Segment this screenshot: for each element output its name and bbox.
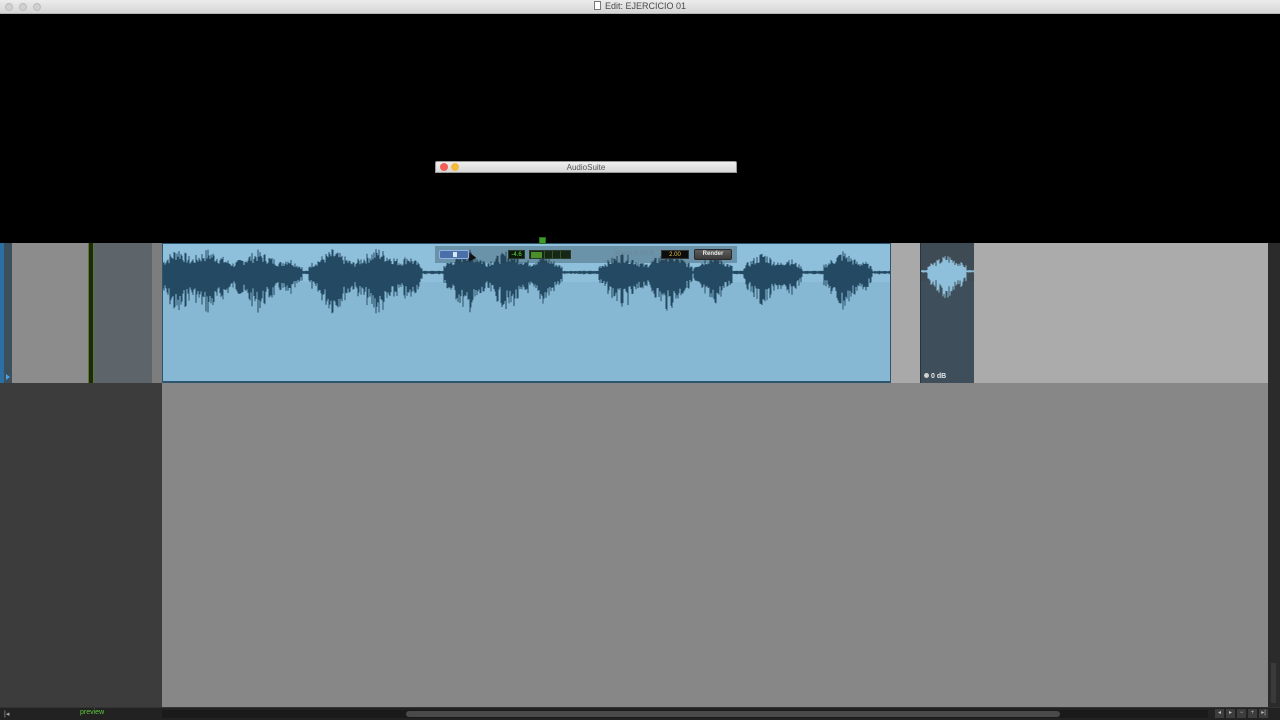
selection-arrow-icon [6,374,10,380]
waveform [163,249,890,381]
zoom-in-icon[interactable]: + [1248,709,1257,718]
waveform-hatch [921,281,974,383]
track-color-strip [0,243,12,383]
vertical-scrollbar[interactable] [1268,243,1280,707]
scroll-right-icon[interactable]: ▸ [1226,709,1235,718]
document-icon [593,1,601,10]
clip-gain-label[interactable]: 0 dB [924,373,946,380]
render-button[interactable]: Render [694,249,732,260]
input-gain-field[interactable]: -4.6 [508,250,525,259]
track-edge-panel [152,243,162,383]
track-header[interactable] [0,243,162,383]
track-list-empty [0,383,162,707]
horizontal-scroll-thumb[interactable] [406,711,1060,717]
audio-clip-main[interactable] [162,243,891,383]
audiosuite-window-titlebar[interactable]: AudioSuite [435,161,737,173]
preview-label[interactable]: preview [80,709,104,716]
audiosuite-meter [529,250,571,259]
track-io-panel[interactable] [94,243,152,383]
clip-gain-icon [924,373,929,378]
timeline-empty[interactable] [162,383,1268,707]
track-controls-panel[interactable] [12,243,88,383]
audio-track[interactable]: 0 dB [0,243,1268,383]
scroll-left-icon[interactable]: ◂ [1215,709,1224,718]
window-title-text: Edit: EJERCICIO 01 [604,1,687,11]
clip-gain-value: 0 dB [931,373,947,380]
audio-clip-small[interactable]: 0 dB [920,243,974,383]
audiosuite-title: AudioSuite [566,163,606,172]
zoom-out-icon[interactable]: − [1237,709,1246,718]
whole-file-label[interactable]: WHOLE FILE [615,251,654,257]
horizontal-scrollbar[interactable] [162,710,1208,718]
empty-workspace [0,15,1280,243]
process-indicator [539,237,546,244]
speaker-icon [453,252,457,257]
window-title: Edit: EJERCICIO 01 [0,1,1280,11]
end-icon[interactable]: ▸| [1259,709,1268,718]
bottom-bar: |◂ preview ◂ ▸ − + ▸| [0,707,1280,720]
audiosuite-toolbar: -4.6 WHOLE FILE 2.00 Render [435,237,737,263]
preview-button[interactable] [439,250,469,259]
empty-track-space[interactable] [974,243,1268,383]
waveform-small [921,256,974,383]
handle-length-field[interactable]: 2.00 [661,250,689,259]
vertical-scroll-thumb[interactable] [1271,663,1276,703]
mouse-cursor-icon [465,250,477,262]
show-tracks-icon[interactable]: |◂ [4,710,9,718]
window-titlebar: Edit: EJERCICIO 01 [0,0,1280,14]
